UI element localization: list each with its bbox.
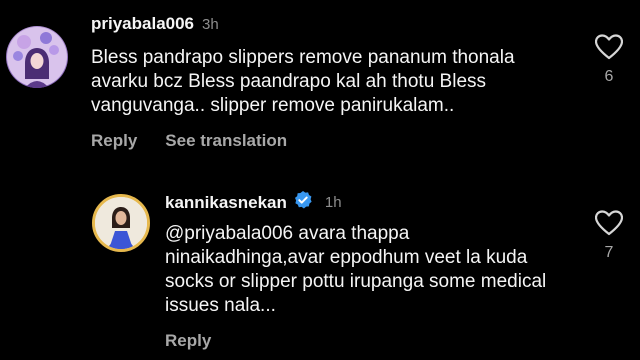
like-button[interactable]: 7: [594, 210, 624, 262]
comment-username[interactable]: kannikasnekan: [165, 193, 287, 213]
heart-icon[interactable]: [594, 210, 624, 236]
reply-button[interactable]: Reply: [165, 331, 211, 351]
verified-badge-icon: [293, 190, 313, 215]
comment-time: 3h: [202, 15, 219, 33]
like-count: 7: [604, 244, 614, 261]
see-translation-button[interactable]: See translation: [165, 131, 287, 151]
comment-time: 1h: [324, 194, 342, 211]
comment-username[interactable]: priyabala006: [91, 14, 194, 34]
reply-button[interactable]: Reply: [91, 131, 137, 151]
heart-icon[interactable]: [594, 34, 624, 60]
avatar[interactable]: [6, 26, 68, 88]
avatar[interactable]: [92, 194, 150, 252]
like-button[interactable]: 6: [594, 34, 624, 86]
comment-text: @priyabala006 avara thappa ninaikadhinga…: [165, 223, 547, 316]
comment-text: Bless pandrapo slippers remove pananum t…: [91, 47, 515, 116]
like-count: 6: [604, 68, 614, 85]
